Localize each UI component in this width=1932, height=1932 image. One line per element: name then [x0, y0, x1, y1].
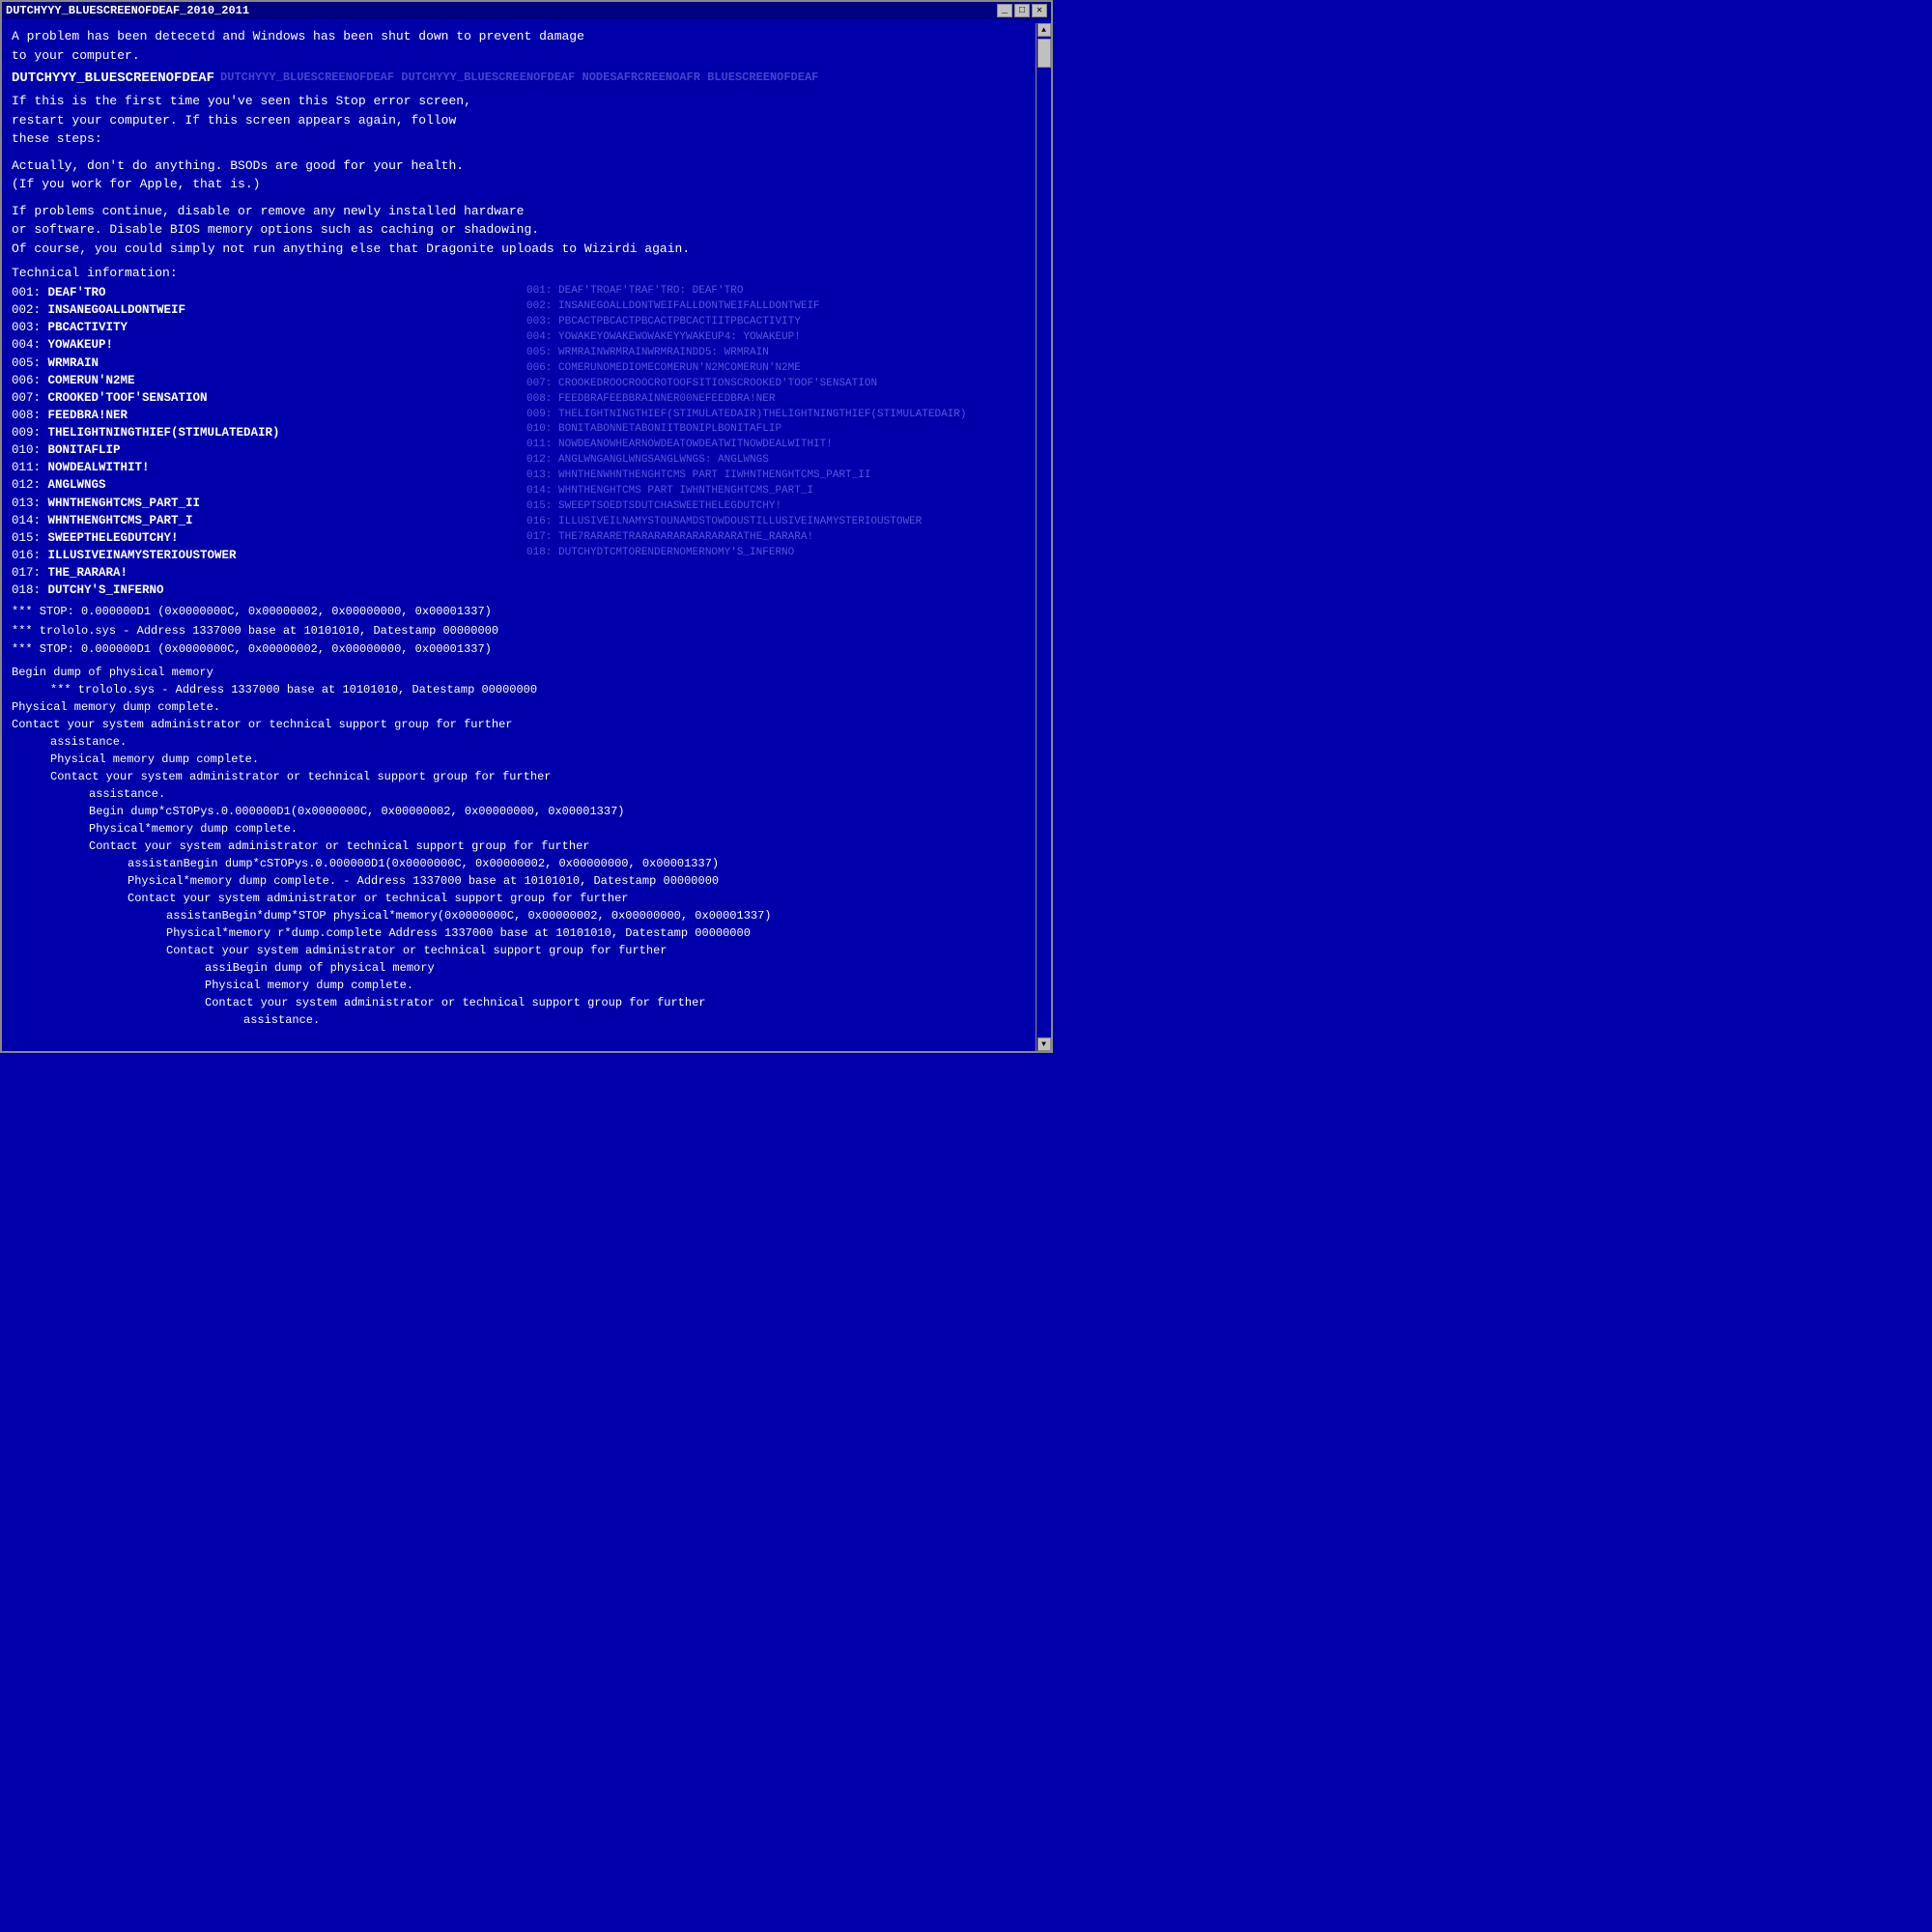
titlebar: DUTCHYYY_BLUESCREENOFDEAF_2010_2011 _ □ …: [2, 2, 1051, 19]
list-item: 001: DEAF'TRO: [12, 284, 526, 301]
list-item: 013: WHNTHENGHTCMS_PART_II: [12, 495, 526, 512]
list-item: 004: YOWAKEUP!: [12, 336, 526, 354]
ghost-item: 011: NOWDEANOWHEARNOWDEATOWDEATWITNOWDEA…: [526, 438, 1041, 453]
close-button[interactable]: ✕: [1032, 4, 1047, 17]
list-item: 010: BONITAFLIP: [12, 441, 526, 459]
scrollbar[interactable]: ▲ ▼: [1036, 23, 1051, 1051]
ghost-item: 017: THE7RARARETRARARARARARARARARATHE_RA…: [526, 530, 1041, 546]
ghost-item: 016: ILLUSIVEILNAMYSTOUNAMDSTOWDOUSTILLU…: [526, 515, 1041, 530]
list-item: 015: SWEEPTHELEGDUTCHY!: [12, 529, 526, 547]
list-item: 002: INSANEGOALLDONTWEIF: [12, 301, 526, 319]
list-item: 007: CROOKED'TOOF'SENSATION: [12, 389, 526, 407]
dump-block-1: Physical memory dump complete. Contact y…: [12, 698, 1041, 820]
list-item: 006: COMERUN'N2ME: [12, 372, 526, 389]
list-item: 018: DUTCHY'S_INFERNO: [12, 582, 526, 599]
trololo-line: *** trololo.sys - Address 1337000 base a…: [12, 622, 1041, 640]
list-item: 008: FEEDBRA!NER: [12, 407, 526, 424]
ghost-item: 015: SWEEPTSOEDTSDUTCHASWEETHELEGDUTCHY!: [526, 499, 1041, 515]
window-title: DUTCHYYY_BLUESCREENOFDEAF_2010_2011: [6, 4, 249, 17]
intro-text: A problem has been detecetd and Windows …: [12, 27, 1041, 65]
items-right: 001: DEAF'TROAF'TRAF'TRO: DEAF'TRO 002: …: [526, 284, 1041, 599]
stop2-line: *** STOP: 0.000000D1 (0x0000000C, 0x0000…: [12, 640, 1041, 659]
list-item: 014: WHNTHENGHTCMS_PART_I: [12, 512, 526, 529]
ghost-item: 018: DUTCHYDTCMTORENDERNOMERNOMY'S_INFER…: [526, 546, 1041, 561]
ghost-item: 009: THELIGHTNINGTHIEF(STIMULATEDAIR)THE…: [526, 408, 1041, 423]
dump-block-4: Physical*memory r*dump.complete Address …: [12, 924, 1041, 977]
list-item: 012: ANGLWNGS: [12, 476, 526, 494]
ghost-item: 006: COMERUNOMEDIOMECOMERUN'N2MCOMERUN'N…: [526, 361, 1041, 377]
main-title-block: DUTCHYYY_BLUESCREENOFDEAF DUTCHYYY_BLUES…: [12, 71, 1041, 86]
ghost-item: 003: PBCACTPBCACTPBCACTPBCACTIITPBCACTIV…: [526, 315, 1041, 330]
list-item: 017: THE_RARARA!: [12, 564, 526, 582]
maximize-button[interactable]: □: [1014, 4, 1030, 17]
body1: If this is the first time you've seen th…: [12, 92, 1041, 149]
dump-block-3: Physical*memory dump complete. - Address…: [12, 872, 1041, 924]
ghost-item: 004: YOWAKEYOWAKEWOWAKEYYWAKEUP4: YOWAKE…: [526, 330, 1041, 346]
items-left: 001: DEAF'TRO 002: INSANEGOALLDONTWEIF 0…: [12, 284, 526, 599]
bsod-content: A problem has been detecetd and Windows …: [2, 19, 1051, 1047]
body2: Actually, don't do anything. BSODs are g…: [12, 156, 1041, 194]
list-item: 011: NOWDEALWITHIT!: [12, 459, 526, 476]
ghost-item: 012: ANGLWNGANGLWNGSANGLWNGS: ANGLWNGS: [526, 453, 1041, 469]
main-title: DUTCHYYY_BLUESCREENOFDEAF: [12, 71, 214, 86]
dump-block-5: Physical memory dump complete. Contact y…: [12, 977, 1041, 1029]
ghost-title: DUTCHYYY_BLUESCREENOFDEAF DUTCHYYY_BLUES…: [220, 71, 818, 86]
ghost-item: 010: BONITABONNETABONIITBONIPLBONITAFLIP: [526, 422, 1041, 438]
list-item: 003: PBCACTIVITY: [12, 319, 526, 336]
list-item: 016: ILLUSIVEINAMYSTERIOUSTOWER: [12, 547, 526, 564]
stop-line: *** STOP: 0.000000D1 (0x0000000C, 0x0000…: [12, 605, 1041, 618]
tech-label: Technical information:: [12, 266, 1041, 280]
body3: If problems continue, disable or remove …: [12, 202, 1041, 259]
scroll-thumb[interactable]: [1037, 39, 1051, 68]
minimize-button[interactable]: _: [997, 4, 1012, 17]
ghost-item: 002: INSANEGOALLDONTWEIFALLDONTWEIFALLDO…: [526, 299, 1041, 315]
ghost-item: 013: WHNTHENWHNTHENGHTCMS PART IIWHNTHEN…: [526, 469, 1041, 484]
dump-section: Begin dump of physical memory *** trolol…: [12, 664, 1041, 1029]
ghost-item: 014: WHNTHENGHTCMS PART IWHNTHENGHTCMS_P…: [526, 484, 1041, 499]
ghost-item: 001: DEAF'TROAF'TRAF'TRO: DEAF'TRO: [526, 284, 1041, 299]
scroll-up-button[interactable]: ▲: [1037, 23, 1051, 37]
titlebar-buttons: _ □ ✕: [997, 4, 1047, 17]
list-item: 009: THELIGHTNINGTHIEF(STIMULATEDAIR): [12, 424, 526, 441]
items-grid: 001: DEAF'TRO 002: INSANEGOALLDONTWEIF 0…: [12, 284, 1041, 599]
ghost-item: 007: CROOKEDROOCROOCROTOOFSITIONSCROOKED…: [526, 377, 1041, 392]
ghost-item: 008: FEEDBRAFEEBBRAINNER00NEFEEDBRA!NER: [526, 392, 1041, 408]
ghost-item: 005: WRMRAINWRMRAINWRMRAINDD5: WRMRAIN: [526, 346, 1041, 361]
dump-block-0: Begin dump of physical memory *** trolol…: [12, 664, 1041, 698]
bsod-window: DUTCHYYY_BLUESCREENOFDEAF_2010_2011 _ □ …: [0, 0, 1053, 1053]
list-item: 005: WRMRAIN: [12, 355, 526, 372]
dump-block-2: Physical*memory dump complete. Contact y…: [12, 820, 1041, 872]
scroll-down-button[interactable]: ▼: [1037, 1037, 1051, 1051]
